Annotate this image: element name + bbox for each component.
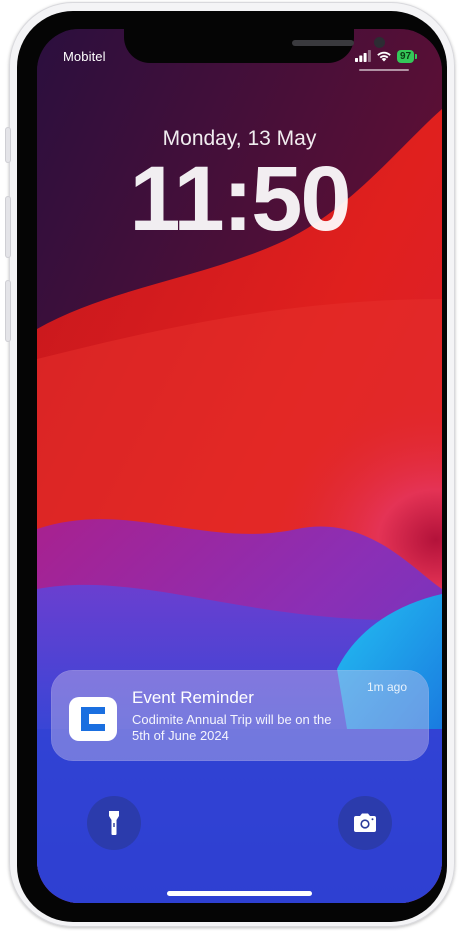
volume-up-button <box>5 196 11 258</box>
notification-body: Codimite Annual Trip will be on the 5th … <box>132 712 332 743</box>
speaker-grille <box>292 40 354 46</box>
camera-button[interactable] <box>338 796 392 850</box>
cellular-signal-icon <box>355 50 371 62</box>
event-reminder-notification[interactable]: Event Reminder 1m ago Codimite Annual Tr… <box>51 670 429 761</box>
carrier-label: Mobitel <box>63 49 106 64</box>
flashlight-icon <box>109 811 119 835</box>
codimite-c-logo-icon <box>69 697 117 741</box>
home-indicator[interactable] <box>167 891 312 896</box>
front-camera <box>374 37 385 48</box>
wifi-icon <box>377 51 391 62</box>
volume-down-button <box>5 280 11 342</box>
notification-time: 1m ago <box>366 680 407 694</box>
camera-icon <box>354 813 376 832</box>
control-center-handle[interactable] <box>359 69 409 71</box>
flashlight-button[interactable] <box>87 796 141 850</box>
notch <box>124 29 385 63</box>
notification-title: Event Reminder <box>132 688 254 707</box>
lock-screen: Mobitel 97 Monday, 13 May 11:50 Event Re… <box>37 29 442 903</box>
status-icons: 97 <box>355 49 418 63</box>
lock-time: 11:50 <box>129 148 351 250</box>
mute-switch <box>5 127 11 163</box>
battery-indicator: 97 <box>397 49 418 63</box>
